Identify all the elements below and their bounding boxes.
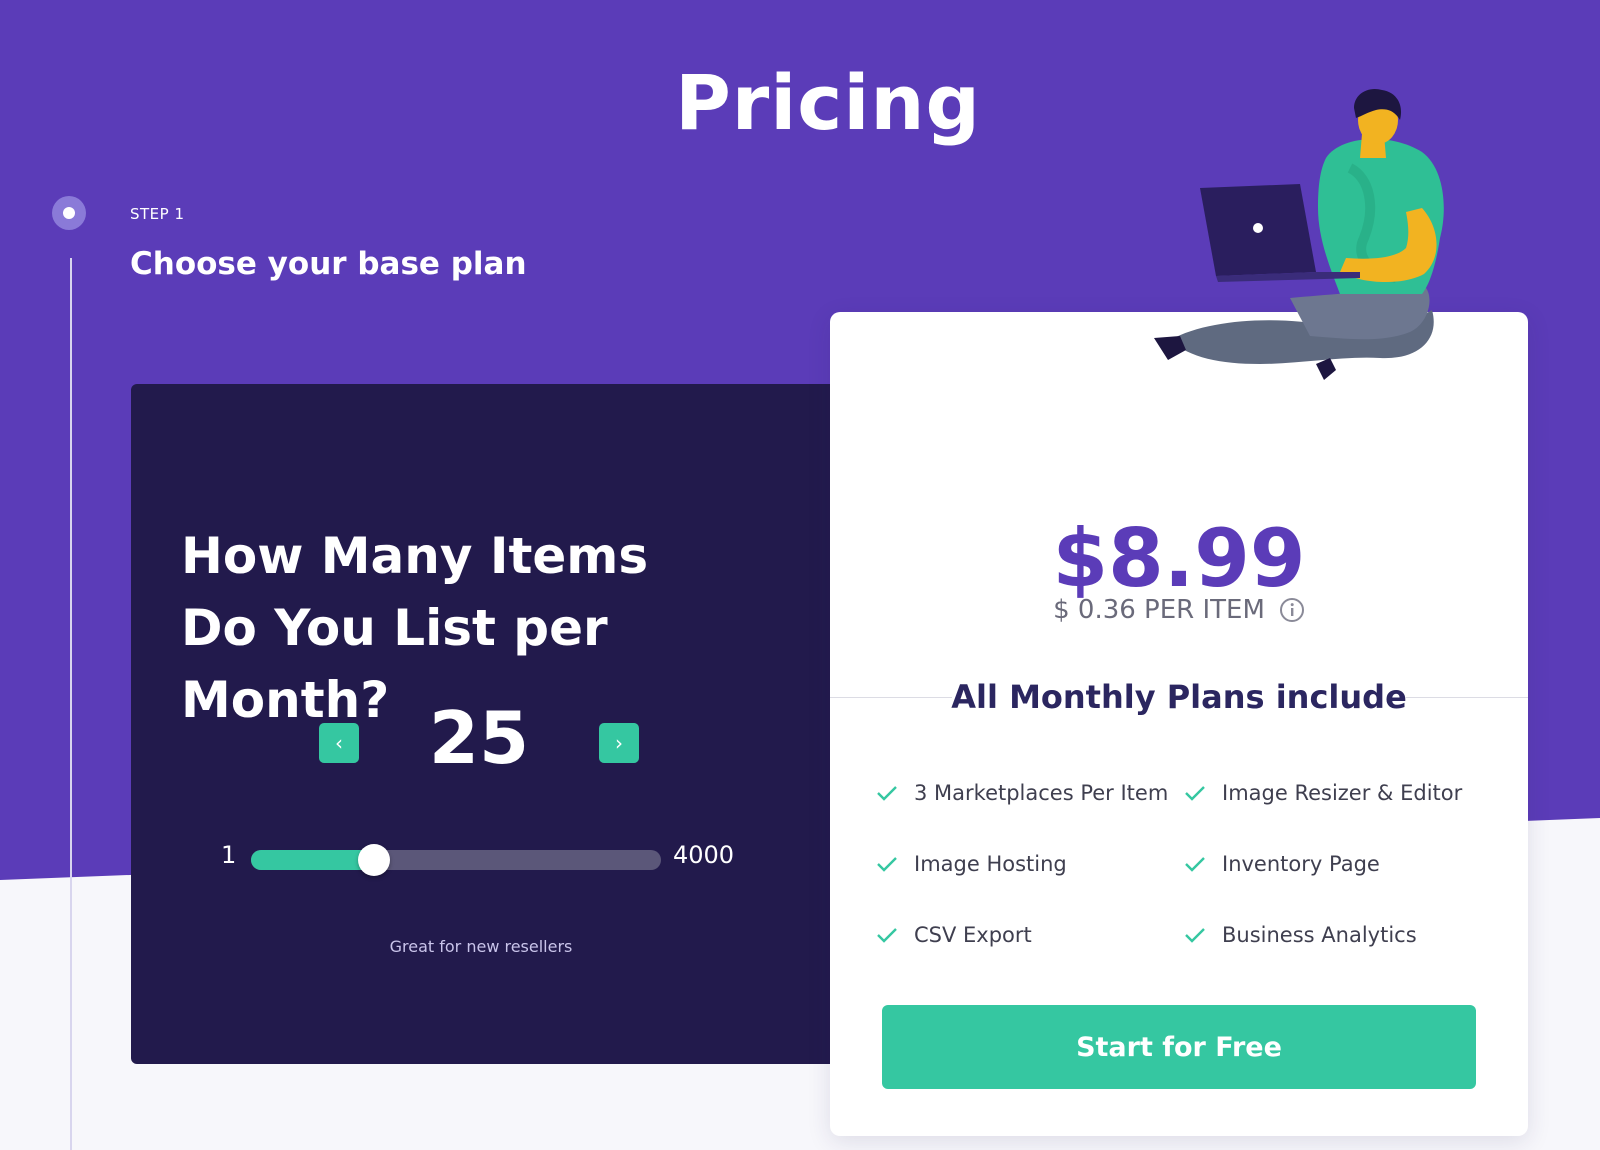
feature-item: 3 Marketplaces Per Item — [876, 780, 1184, 805]
chevron-right-icon: › — [615, 731, 623, 755]
item-count-card: How Many Items Do You List per Month? ‹ … — [131, 384, 831, 1064]
increase-button[interactable]: › — [599, 723, 639, 763]
plan-card: $8.99 $ 0.36 PER ITEM All Monthly Plans … — [830, 312, 1528, 1136]
slider-handle[interactable] — [358, 844, 390, 876]
feature-item: CSV Export — [876, 922, 1184, 947]
slider-min-label: 1 — [221, 841, 237, 869]
start-for-free-button[interactable]: Start for Free — [882, 1005, 1476, 1089]
item-count-value: 25 — [428, 696, 530, 780]
info-icon[interactable] — [1279, 597, 1305, 623]
divider-right — [1406, 697, 1528, 698]
feature-item: Inventory Page — [1184, 851, 1496, 876]
slider-fill — [251, 850, 374, 870]
feature-item: Image Hosting — [876, 851, 1184, 876]
person-with-laptop-illustration — [1154, 88, 1444, 380]
plan-hint: Great for new resellers — [389, 937, 573, 956]
check-icon — [1185, 785, 1205, 801]
check-icon — [877, 856, 897, 872]
decrease-button[interactable]: ‹ — [319, 723, 359, 763]
check-icon — [877, 785, 897, 801]
timeline-line — [70, 258, 72, 1150]
plan-price: $8.99 — [1052, 512, 1306, 605]
check-icon — [877, 927, 897, 943]
feature-list: 3 Marketplaces Per Item Image Resizer & … — [876, 780, 1496, 947]
step-label: STEP 1 — [130, 205, 185, 223]
item-count-slider[interactable] — [251, 844, 661, 876]
feature-item: Business Analytics — [1184, 922, 1496, 947]
per-item-price: $ 0.36 PER ITEM — [1053, 595, 1265, 625]
feature-item: Image Resizer & Editor — [1184, 780, 1496, 805]
check-icon — [1185, 856, 1205, 872]
check-icon — [1185, 927, 1205, 943]
chevron-left-icon: ‹ — [335, 731, 343, 755]
step-heading: Choose your base plan — [130, 246, 527, 282]
per-item-row: $ 0.36 PER ITEM — [830, 595, 1528, 625]
step-indicator — [52, 196, 86, 230]
slider-max-label: 4000 — [673, 841, 735, 869]
